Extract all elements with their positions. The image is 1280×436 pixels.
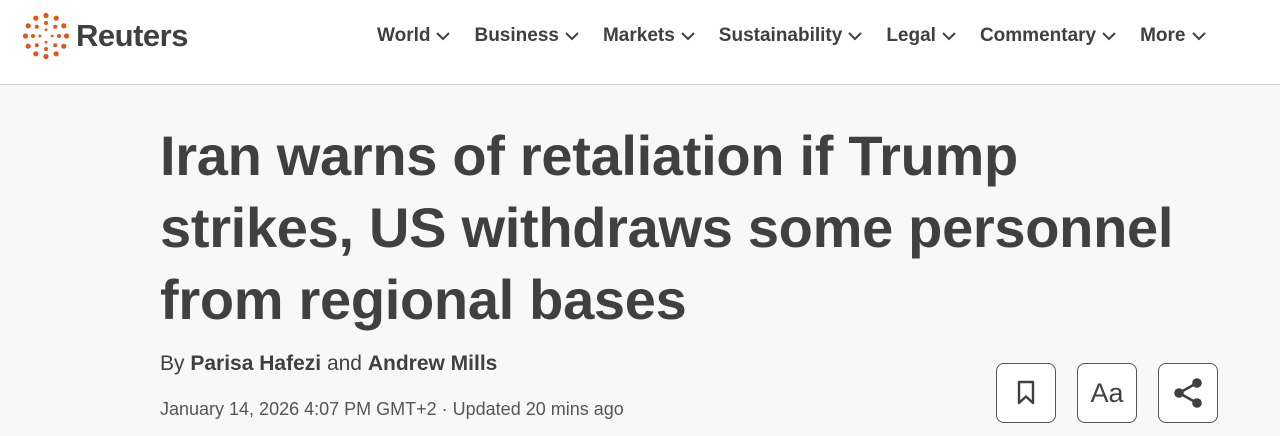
nav-item-label: Markets (602, 25, 675, 46)
byline: By Parisa Hafezi and Andrew Mills (160, 352, 497, 376)
author-link[interactable]: Andrew Mills (368, 352, 498, 375)
chevron-down-icon (565, 31, 579, 40)
chevron-down-icon (436, 31, 451, 40)
article-header: Iran warns of retaliation if Trump strik… (160, 120, 1220, 336)
share-icon (1174, 378, 1202, 408)
text-size-button[interactable]: Aa (1077, 363, 1137, 423)
nav-item-more[interactable]: More (1140, 25, 1206, 47)
nav-item-business[interactable]: Business (474, 25, 579, 47)
chevron-down-icon (942, 31, 956, 40)
bookmark-button[interactable] (996, 363, 1056, 423)
article-headline: Iran warns of retaliation if Trump strik… (160, 124, 1174, 331)
byline-prefix: By (160, 352, 185, 375)
reuters-logo-text: Reuters (76, 18, 188, 53)
chevron-down-icon (1102, 31, 1116, 40)
nav-item-label: World (377, 25, 431, 46)
byline-conjunction: and (326, 352, 362, 375)
author-link[interactable]: Parisa Hafezi (190, 352, 321, 375)
main-nav: World Business Markets Sustainability Le… (377, 22, 1206, 50)
chevron-down-icon (848, 31, 863, 40)
site-header: Reuters World Business Markets Sustainab… (0, 0, 1280, 85)
nav-item-label: Business (474, 25, 559, 46)
nav-item-legal[interactable]: Legal (886, 25, 956, 47)
reuters-logo[interactable]: Reuters (22, 12, 188, 60)
bookmark-icon (1017, 380, 1035, 405)
nav-item-markets[interactable]: Markets (603, 25, 695, 47)
nav-item-world[interactable]: World (377, 25, 451, 47)
nav-item-label: Sustainability (718, 25, 843, 46)
chevron-down-icon (1191, 31, 1206, 40)
nav-item-commentary[interactable]: Commentary (980, 25, 1116, 47)
nav-item-sustainability[interactable]: Sustainability (719, 25, 863, 47)
nav-item-label: More (1140, 25, 1186, 46)
text-size-label: Aa (1090, 377, 1124, 408)
reuters-logo-icon (22, 12, 70, 60)
nav-item-label: Commentary (979, 25, 1097, 46)
nav-item-label: Legal (886, 25, 936, 46)
article-dateline: January 14, 2026 4:07 PM GMT+2 · Updated… (160, 399, 624, 419)
article-tools: Aa (996, 363, 1218, 423)
chevron-down-icon (681, 31, 695, 40)
share-button[interactable] (1158, 363, 1218, 423)
